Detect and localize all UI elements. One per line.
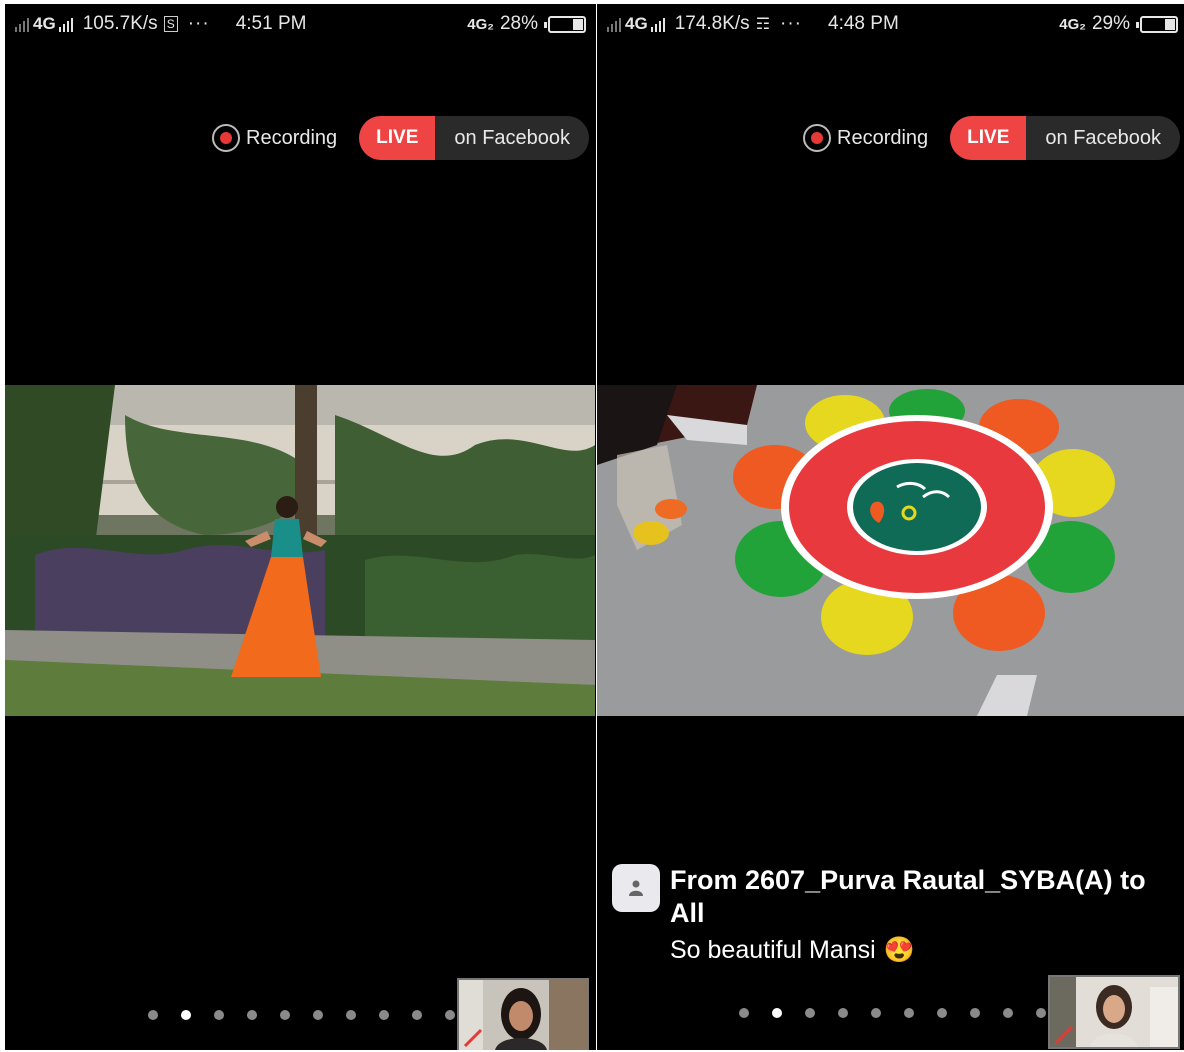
page-dot[interactable] (739, 1008, 749, 1018)
chat-sender: From 2607_Purva Rautal_SYBA(A) to All (670, 865, 1146, 928)
page-dot[interactable] (805, 1008, 815, 1018)
battery-percent: 28% (499, 13, 538, 34)
signal-icon (607, 16, 621, 32)
recording-label: Recording (837, 126, 929, 149)
shared-video[interactable] (597, 385, 1184, 716)
battery-icon (1136, 15, 1178, 33)
recording-status-bar: Recording LIVE on Facebook (212, 116, 590, 160)
self-video-frame (459, 980, 587, 1050)
page-dot[interactable] (214, 1010, 224, 1020)
chat-text: So beautiful Mansi (670, 936, 876, 964)
network-label: 4G (625, 14, 648, 33)
video-frame-rangoli-art (597, 385, 1184, 716)
status-bar: 4G 174.8K/s ☶ ··· 4:48 PM 4G₂ 29% (597, 4, 1184, 44)
signal-icon (15, 16, 29, 32)
page-dot[interactable] (280, 1010, 290, 1020)
meeting-screen-left: 4G 105.7K/s S ··· 4:51 PM 4G₂ 28% Record… (5, 4, 596, 1050)
record-icon (212, 124, 240, 152)
recording-indicator[interactable]: Recording (212, 124, 337, 152)
self-video-frame (1050, 977, 1178, 1047)
page-dot[interactable] (1003, 1008, 1013, 1018)
self-video-thumbnail[interactable] (457, 978, 589, 1050)
page-dot[interactable] (346, 1010, 356, 1020)
page-dot[interactable] (412, 1010, 422, 1020)
recording-indicator[interactable]: Recording (803, 124, 928, 152)
battery-level (1165, 18, 1175, 30)
page-dot[interactable] (772, 1008, 782, 1018)
person-icon (629, 880, 643, 896)
live-destination: on Facebook (1045, 126, 1162, 149)
network-type-icon: 4G₂ (467, 15, 494, 33)
page-dot[interactable] (181, 1010, 191, 1020)
signal-icon (650, 16, 665, 32)
live-destination: on Facebook (454, 126, 571, 149)
meeting-screen-right: 4G 174.8K/s ☶ ··· 4:48 PM 4G₂ 29% Record… (597, 4, 1184, 1050)
page-dot[interactable] (838, 1008, 848, 1018)
page-dot[interactable] (148, 1010, 158, 1020)
shared-video[interactable] (5, 385, 595, 716)
more-notifications-icon: ··· (187, 13, 210, 34)
battery-level (573, 18, 583, 30)
recording-status-bar: Recording LIVE on Facebook (803, 116, 1181, 160)
battery-icon (544, 15, 586, 33)
heart-eyes-emoji: 😍 (883, 936, 915, 964)
recording-label: Recording (246, 126, 338, 149)
signal-icon (58, 16, 73, 32)
page-dot[interactable] (937, 1008, 947, 1018)
page-dot[interactable] (445, 1010, 455, 1020)
network-speed: 174.8K/s (674, 13, 750, 34)
record-icon (803, 124, 831, 152)
clock: 4:51 PM (235, 13, 307, 34)
self-video-thumbnail[interactable] (1048, 975, 1180, 1049)
data-saver-icon: ☶ (755, 16, 771, 33)
app-notification-icon: S (163, 16, 178, 32)
live-badge: LIVE (359, 116, 436, 160)
more-notifications-icon: ··· (780, 13, 803, 34)
page-dot[interactable] (379, 1010, 389, 1020)
live-badge: LIVE (950, 116, 1027, 160)
live-stream-indicator[interactable]: LIVE on Facebook (359, 116, 590, 160)
network-type-icon: 4G₂ (1059, 15, 1086, 33)
network-label: 4G (33, 14, 56, 33)
clock: 4:48 PM (828, 13, 899, 34)
video-frame-dancer-in-garden (5, 385, 595, 716)
battery-percent: 29% (1091, 13, 1130, 34)
page-dot[interactable] (904, 1008, 914, 1018)
page-indicator[interactable] (739, 1008, 1046, 1018)
page-dot[interactable] (970, 1008, 980, 1018)
live-stream-indicator[interactable]: LIVE on Facebook (950, 116, 1181, 160)
page-dot[interactable] (313, 1010, 323, 1020)
page-dot[interactable] (1036, 1008, 1046, 1018)
page-dot[interactable] (247, 1010, 257, 1020)
user-avatar-icon (612, 864, 660, 912)
page-dot[interactable] (871, 1008, 881, 1018)
status-bar: 4G 105.7K/s S ··· 4:51 PM 4G₂ 28% (5, 4, 596, 44)
page-indicator[interactable] (148, 1010, 455, 1020)
network-speed: 105.7K/s (82, 13, 158, 34)
chat-message: From 2607_Purva Rautal_SYBA(A) to All So… (612, 864, 1172, 965)
